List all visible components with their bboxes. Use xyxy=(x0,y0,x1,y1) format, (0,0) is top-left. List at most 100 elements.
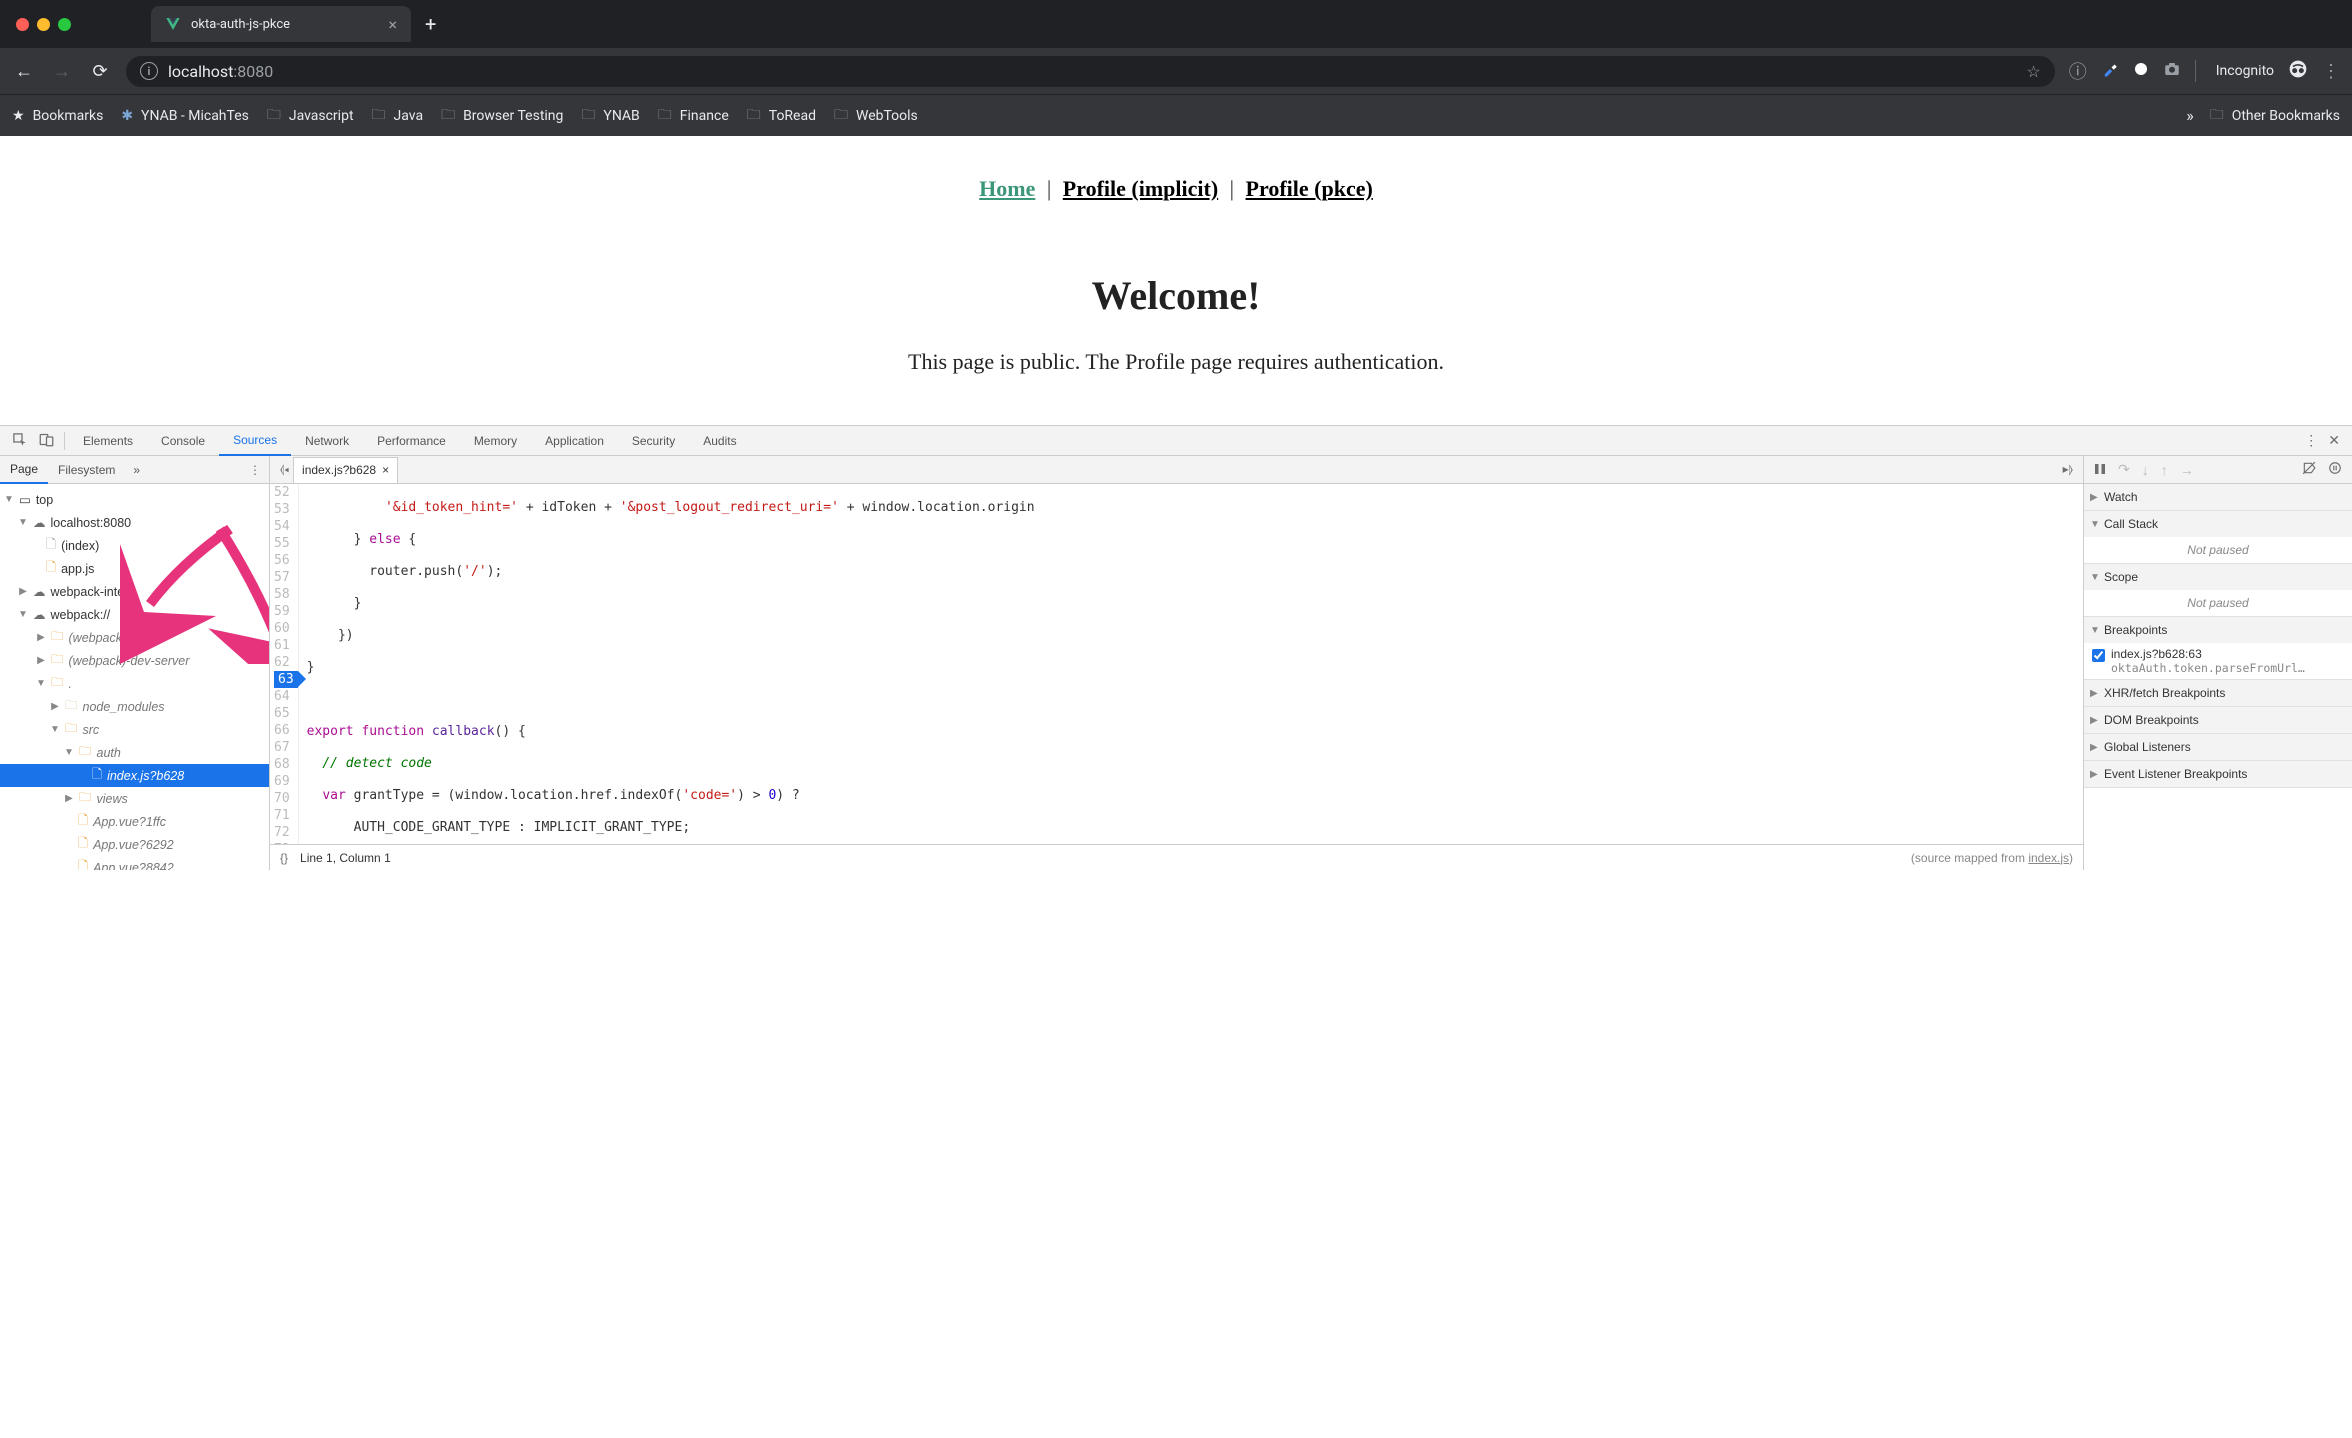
step-button[interactable]: → xyxy=(2180,462,2194,478)
nav-home-link[interactable]: Home xyxy=(979,176,1035,201)
section-watch[interactable]: ▶Watch xyxy=(2084,484,2352,511)
tab-sources[interactable]: Sources xyxy=(219,426,291,456)
url-bar[interactable]: i localhost:8080 ☆ xyxy=(126,56,2055,87)
breakpoint-snippet: oktaAuth.token.parseFromUrl… xyxy=(2111,661,2305,675)
tree-index[interactable]: 🗋(index) xyxy=(0,534,269,557)
extensions-info-icon[interactable]: ⓘ xyxy=(2069,58,2087,84)
navigator-overflow-icon[interactable]: » xyxy=(125,463,148,477)
bookmark-java[interactable]: 🗀Java xyxy=(372,104,424,128)
other-bookmarks[interactable]: 🗀Other Bookmarks xyxy=(2210,104,2340,128)
line-gutter[interactable]: 5253545556575859606162636465666768697071… xyxy=(270,484,299,844)
minimize-window-button[interactable] xyxy=(37,18,50,31)
extension-circle-icon[interactable] xyxy=(2133,61,2149,82)
tree-views[interactable]: 🗀views xyxy=(0,787,269,810)
new-tab-button[interactable]: + xyxy=(425,12,436,36)
tree-webpack-internal[interactable]: ☁webpack-inte xyxy=(0,580,269,603)
source-map-link[interactable]: index.js xyxy=(2028,851,2069,865)
navigator-tab-filesystem[interactable]: Filesystem xyxy=(48,456,125,484)
pretty-print-icon[interactable]: {} xyxy=(280,851,288,865)
device-toggle-icon[interactable] xyxy=(33,432,60,450)
tab-console[interactable]: Console xyxy=(147,426,219,456)
section-scope-head[interactable]: ▼Scope xyxy=(2084,564,2352,590)
tree-indexjs-selected[interactable]: 🗋index.js?b628 xyxy=(0,764,269,787)
folder-icon: 🗀 xyxy=(51,627,64,648)
tree-localhost[interactable]: ☁localhost:8080 xyxy=(0,511,269,534)
browser-tab[interactable]: okta-auth-js-pkce × xyxy=(151,6,411,42)
back-button[interactable]: ← xyxy=(12,61,36,82)
folder-icon: 🗀 xyxy=(372,104,386,128)
bookmark-browser-testing[interactable]: 🗀Browser Testing xyxy=(441,104,563,128)
bookmark-ynab-micah[interactable]: ✱YNAB - MicahTes xyxy=(121,108,249,124)
tree-webpack-folder[interactable]: 🗀(webpack) xyxy=(0,626,269,649)
section-xhr-breakpoints[interactable]: ▶XHR/fetch Breakpoints xyxy=(2084,680,2352,707)
forward-button[interactable]: → xyxy=(50,61,74,82)
devtools-settings-icon[interactable]: ⋮ xyxy=(2304,432,2318,449)
tree-dot[interactable]: 🗀. xyxy=(0,672,269,695)
navigator-more-icon[interactable]: ⋮ xyxy=(249,463,269,477)
tab-performance[interactable]: Performance xyxy=(363,426,460,456)
pause-on-exceptions-button[interactable] xyxy=(2328,461,2342,478)
tree-appvue2[interactable]: 🗋App.vue?6292 xyxy=(0,833,269,856)
step-into-button[interactable]: ↓ xyxy=(2142,462,2149,478)
tree-webpack-dev-server[interactable]: 🗀(webpack)-dev-server xyxy=(0,649,269,672)
browser-menu-icon[interactable]: ⋮ xyxy=(2322,61,2340,82)
section-dom-breakpoints[interactable]: ▶DOM Breakpoints xyxy=(2084,707,2352,734)
breakpoint-line-63[interactable]: 63 xyxy=(274,671,298,688)
tree-auth[interactable]: 🗀auth xyxy=(0,741,269,764)
section-event-listener-breakpoints[interactable]: ▶Event Listener Breakpoints xyxy=(2084,761,2352,788)
nav-profile-pkce-link[interactable]: Profile (pkce) xyxy=(1246,176,1373,201)
step-out-button[interactable]: ↑ xyxy=(2161,462,2168,478)
nav-profile-implicit-link[interactable]: Profile (implicit) xyxy=(1063,176,1218,201)
devtools-close-icon[interactable]: ✕ xyxy=(2328,432,2340,449)
tree-appjs[interactable]: 🗋app.js xyxy=(0,557,269,580)
bookmark-javascript[interactable]: 🗀Javascript xyxy=(267,104,354,128)
tree-appvue3[interactable]: 🗋App.vue?8842 xyxy=(0,856,269,870)
bookmark-star-icon[interactable]: ☆ xyxy=(2026,62,2040,81)
extension-wand-icon[interactable] xyxy=(2101,60,2119,83)
step-over-button[interactable]: ↷ xyxy=(2118,461,2130,478)
bookmark-toread[interactable]: 🗀ToRead xyxy=(747,104,816,128)
tree-webpack[interactable]: ☁webpack:// xyxy=(0,603,269,626)
section-global-listeners[interactable]: ▶Global Listeners xyxy=(2084,734,2352,761)
tree-top[interactable]: ▭top xyxy=(0,488,269,511)
debugger-controls: ↷ ↓ ↑ → xyxy=(2084,456,2352,484)
site-info-icon[interactable]: i xyxy=(140,62,158,80)
bookmark-apps[interactable]: ★Bookmarks xyxy=(12,108,103,124)
code-lines[interactable]: '&id_token_hint=' + idToken + '&post_log… xyxy=(299,484,1035,844)
extension-camera-icon[interactable] xyxy=(2163,60,2181,83)
pause-button[interactable] xyxy=(2094,462,2106,478)
bookmark-webtools[interactable]: 🗀WebTools xyxy=(834,104,918,128)
bookmark-finance[interactable]: 🗀Finance xyxy=(658,104,729,128)
tab-application[interactable]: Application xyxy=(531,426,618,456)
section-breakpoints-head[interactable]: ▼Breakpoints xyxy=(2084,617,2352,643)
close-tab-icon[interactable]: × xyxy=(388,15,397,34)
tab-memory[interactable]: Memory xyxy=(460,426,531,456)
deactivate-breakpoints-button[interactable] xyxy=(2302,461,2316,478)
bookmark-overflow-icon[interactable]: » xyxy=(2186,106,2194,125)
tree-node-modules[interactable]: 🗀node_modules xyxy=(0,695,269,718)
tab-elements[interactable]: Elements xyxy=(69,426,147,456)
breakpoint-item[interactable]: index.js?b628:63 oktaAuth.token.parseFro… xyxy=(2084,643,2352,679)
tab-security[interactable]: Security xyxy=(618,426,689,456)
navigator-tab-page[interactable]: Page xyxy=(0,456,48,484)
close-window-button[interactable] xyxy=(16,18,29,31)
nav-right: ⓘ Incognito ⋮ xyxy=(2069,58,2340,84)
incognito-icon[interactable] xyxy=(2288,59,2308,84)
separator xyxy=(64,432,65,450)
source-nav-forward-icon[interactable]: ▸⦊ xyxy=(2063,462,2077,477)
bookmark-ynab-folder[interactable]: 🗀YNAB xyxy=(581,104,639,128)
maximize-window-button[interactable] xyxy=(58,18,71,31)
breakpoint-checkbox[interactable] xyxy=(2092,649,2105,662)
tree-src[interactable]: 🗀src xyxy=(0,718,269,741)
tab-audits[interactable]: Audits xyxy=(689,426,750,456)
section-callstack-head[interactable]: ▼Call Stack xyxy=(2084,511,2352,537)
code-area[interactable]: 5253545556575859606162636465666768697071… xyxy=(270,484,2083,844)
source-nav-dropdown-icon[interactable]: ⦉◂ xyxy=(276,462,293,477)
tab-network[interactable]: Network xyxy=(291,426,363,456)
tree-appvue1[interactable]: 🗋App.vue?1ffc xyxy=(0,810,269,833)
source-tab-indexjs[interactable]: index.js?b628 × xyxy=(293,457,398,483)
inspect-element-icon[interactable] xyxy=(6,432,33,450)
close-source-tab-icon[interactable]: × xyxy=(382,463,389,477)
folder-icon: 🗀 xyxy=(65,696,78,717)
reload-button[interactable]: ⟳ xyxy=(88,61,112,82)
